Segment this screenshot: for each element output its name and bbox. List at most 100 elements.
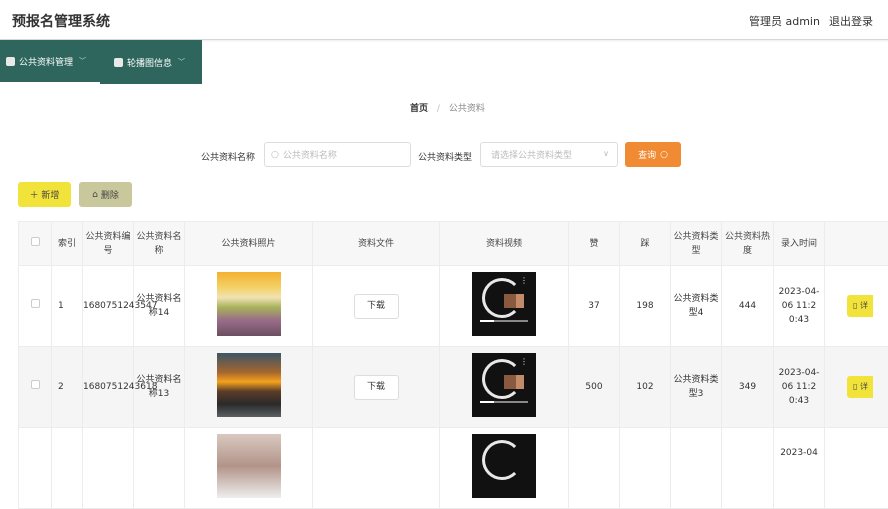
row-ops-cell: [825, 428, 888, 509]
detail-label: 详: [860, 301, 868, 310]
row-type: [671, 428, 722, 509]
current-user: 管理员 admin: [749, 13, 820, 29]
col-header-photo: 公共资料照片: [185, 222, 313, 266]
breadcrumb-current: 公共资料: [449, 104, 485, 114]
row-heat: 444: [722, 266, 774, 347]
type-select[interactable]: 请选择公共资料类型 ∨: [480, 142, 618, 167]
row-select-cell: [19, 266, 52, 347]
nav-item-public-materials[interactable]: 公共资料管理 ﹀: [0, 40, 100, 84]
more-options-icon[interactable]: ⋮: [520, 274, 528, 288]
table-header-row: 索引 公共资料编号 公共资料名称 公共资料照片 资料文件 资料视频 赞 踩 公共…: [19, 222, 888, 266]
logout-link[interactable]: 退出登录: [829, 13, 873, 29]
row-file-cell: 下载: [313, 347, 440, 428]
row-file-cell: 下载: [313, 266, 440, 347]
video-player[interactable]: ⋮: [472, 353, 536, 417]
name-search-label: 公共资料名称: [201, 150, 255, 163]
col-header-name: 公共资料名称: [134, 222, 185, 266]
row-likes: 37: [569, 266, 620, 347]
trash-icon: ⌂: [92, 190, 98, 200]
col-header-file: 资料文件: [313, 222, 440, 266]
breadcrumb-home[interactable]: 首页: [410, 104, 428, 114]
download-button[interactable]: 下载: [354, 294, 399, 319]
row-code: [83, 428, 134, 509]
col-header-dislikes: 踩: [620, 222, 671, 266]
row-select-cell: [19, 347, 52, 428]
chevron-down-icon: ﹀: [79, 56, 86, 66]
col-header-type: 公共资料类型: [671, 222, 722, 266]
name-search-placeholder: 公共资料名称: [283, 148, 337, 161]
chevron-down-icon: ∨: [603, 149, 609, 158]
row-dislikes: [620, 428, 671, 509]
video-frame: [516, 375, 524, 389]
row-ops-cell: ▯ 详: [825, 266, 888, 347]
table-row: 2 1680751243618 公共资料名称13 下载 ⋮ 500 102 公共…: [19, 347, 888, 428]
row-code: 1680751243547: [83, 266, 134, 347]
material-photo: [217, 434, 281, 498]
breadcrumb-separator: /: [437, 104, 440, 114]
row-code: 1680751243618: [83, 347, 134, 428]
col-header-time: 录入时间: [774, 222, 825, 266]
add-button[interactable]: ＋ 新增: [18, 182, 71, 207]
app-title: 预报名管理系统: [12, 11, 110, 31]
detail-label: 详: [860, 382, 868, 391]
chevron-down-icon: ﹀: [178, 57, 185, 67]
query-button[interactable]: 查询 ○: [625, 142, 681, 167]
query-label: 查询: [638, 148, 656, 161]
name-search-input[interactable]: ○ 公共资料名称: [264, 142, 411, 167]
row-heat: [722, 428, 774, 509]
nav-item-carousel[interactable]: 轮播图信息 ﹀: [114, 40, 202, 84]
table-row: 1 1680751243547 公共资料名称14 下载 ⋮ 37 198 公共资…: [19, 266, 888, 347]
row-video-cell: [440, 428, 569, 509]
row-type: 公共资料类型3: [671, 347, 722, 428]
row-photo-cell: [185, 347, 313, 428]
row-ops-cell: ▯ 详: [825, 347, 888, 428]
video-frame: [516, 294, 524, 308]
material-photo: [217, 353, 281, 417]
document-icon: ▯: [853, 382, 857, 391]
row-checkbox[interactable]: [31, 299, 40, 308]
material-photo: [217, 272, 281, 336]
search-icon: ○: [271, 150, 279, 160]
select-all-checkbox[interactable]: [31, 237, 40, 246]
add-label: ＋ 新增: [30, 188, 60, 201]
col-header-video: 资料视频: [440, 222, 569, 266]
materials-table: 索引 公共资料编号 公共资料名称 公共资料照片 资料文件 资料视频 赞 踩 公共…: [18, 221, 888, 509]
delete-button[interactable]: ⌂ 删除: [79, 182, 132, 207]
video-player[interactable]: ⋮: [472, 272, 536, 336]
delete-label: 删除: [101, 188, 119, 201]
row-likes: [569, 428, 620, 509]
top-bar: 预报名管理系统 管理员 admin 退出登录: [0, 0, 888, 40]
col-header-ops: [825, 222, 888, 266]
type-select-placeholder: 请选择公共资料类型: [491, 148, 572, 161]
loading-ring: [482, 440, 522, 480]
detail-button[interactable]: ▯ 详: [847, 295, 873, 317]
col-header-heat: 公共资料热度: [722, 222, 774, 266]
row-index: 2: [52, 347, 83, 428]
nav-item-label: 轮播图信息: [127, 56, 172, 69]
person-icon: [6, 57, 15, 66]
main-nav: 公共资料管理 ﹀ 轮播图信息 ﹀: [0, 40, 202, 84]
search-icon: ○: [660, 150, 668, 160]
video-frame: [504, 294, 516, 308]
more-options-icon[interactable]: ⋮: [520, 355, 528, 369]
col-header-index: 索引: [52, 222, 83, 266]
row-photo-cell: [185, 428, 313, 509]
document-icon: ▯: [853, 301, 857, 310]
download-button[interactable]: 下载: [354, 375, 399, 400]
row-likes: 500: [569, 347, 620, 428]
row-photo-cell: [185, 266, 313, 347]
row-file-cell: [313, 428, 440, 509]
col-header-code: 公共资料编号: [83, 222, 134, 266]
row-checkbox[interactable]: [31, 380, 40, 389]
briefcase-icon: [114, 58, 123, 67]
row-time: 2023-04: [774, 428, 825, 509]
type-search-label: 公共资料类型: [418, 150, 472, 163]
video-progress-bar[interactable]: [480, 320, 528, 322]
row-name: [134, 428, 185, 509]
video-player[interactable]: [472, 434, 536, 498]
nav-item-label: 公共资料管理: [19, 55, 73, 68]
select-all-cell: [19, 222, 52, 266]
video-frame: [504, 375, 516, 389]
detail-button[interactable]: ▯ 详: [847, 376, 873, 398]
video-progress-bar[interactable]: [480, 401, 528, 403]
